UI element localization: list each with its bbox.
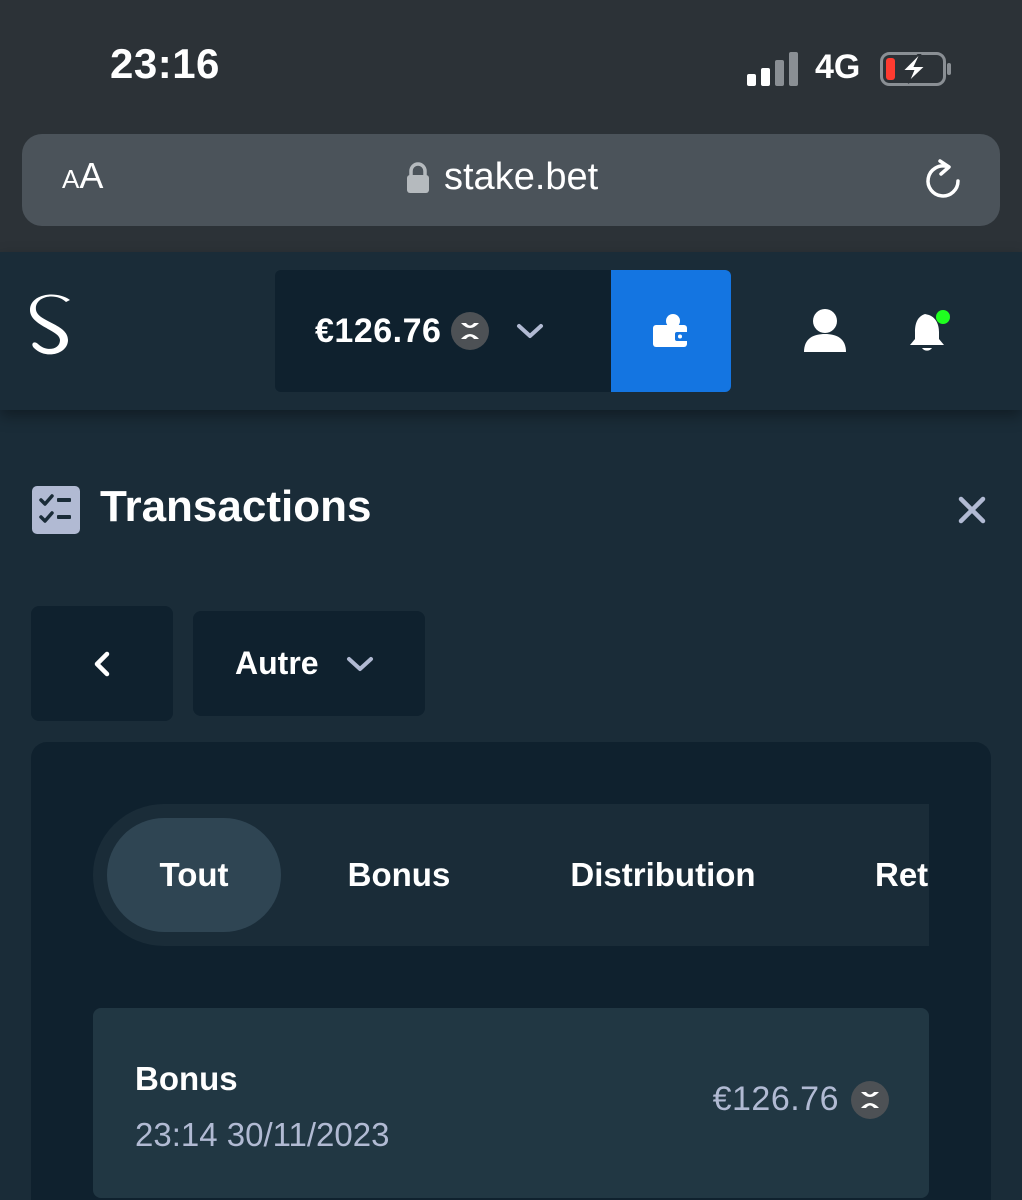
xrp-coin-icon (851, 1080, 889, 1119)
user-icon[interactable] (800, 308, 850, 354)
tab-retrait[interactable]: Retrait (875, 818, 929, 932)
text-size-button[interactable]: AA (62, 158, 103, 194)
chevron-down-icon (346, 656, 373, 671)
back-button[interactable] (31, 606, 173, 721)
reload-icon[interactable] (920, 158, 966, 204)
transaction-amount: €126.76 (712, 1080, 839, 1118)
signal-icon (747, 50, 799, 86)
transaction-row[interactable]: Bonus 23:14 30/11/2023 €126.76 (93, 1008, 929, 1198)
wallet-button[interactable] (611, 270, 731, 392)
page-title: Transactions (100, 482, 372, 531)
chevron-left-icon (94, 651, 110, 676)
transaction-title: Bonus (135, 1060, 238, 1097)
type-filter-label: Autre (235, 645, 319, 681)
stake-logo-icon[interactable] (26, 292, 78, 360)
url-text: stake.bet (444, 156, 599, 198)
bell-icon[interactable] (904, 308, 954, 358)
balance-amount: €126.76 (315, 311, 442, 350)
ios-chrome: 23:16 4G AA stake.bet (0, 0, 1022, 252)
address-bar[interactable]: AA stake.bet (22, 134, 1000, 226)
transaction-amount-group: €126.76 (713, 1080, 889, 1119)
tab-tout[interactable]: Tout (107, 818, 281, 932)
battery-charging-icon (880, 52, 951, 86)
site-header: €126.76 (0, 252, 1022, 410)
balance-selector[interactable]: €126.76 (275, 270, 611, 392)
tab-bonus[interactable]: Bonus (315, 818, 483, 932)
status-time: 23:16 (110, 40, 220, 87)
transactions-panel: Tout Bonus Distribution Retrait Bonus 23… (31, 742, 991, 1200)
transaction-datetime: 23:14 30/11/2023 (135, 1116, 390, 1153)
notification-dot (936, 310, 950, 324)
lock-icon (407, 161, 429, 193)
tab-distribution[interactable]: Distribution (543, 818, 783, 932)
type-filter-dropdown[interactable]: Autre (193, 611, 425, 716)
xrp-coin-icon (451, 312, 490, 350)
wallet-icon (653, 314, 689, 347)
close-icon[interactable] (956, 494, 988, 526)
transactions-modal: Transactions Autre Tout Bonus Distributi… (0, 410, 1022, 1200)
network-label: 4G (815, 48, 861, 86)
screen: 23:16 4G AA stake.bet €126.76 Transactio… (0, 0, 1022, 1200)
checklist-icon (32, 486, 80, 534)
chevron-down-icon (517, 324, 544, 338)
category-tabs: Tout Bonus Distribution Retrait (93, 804, 929, 946)
url-display[interactable]: stake.bet (406, 156, 598, 199)
